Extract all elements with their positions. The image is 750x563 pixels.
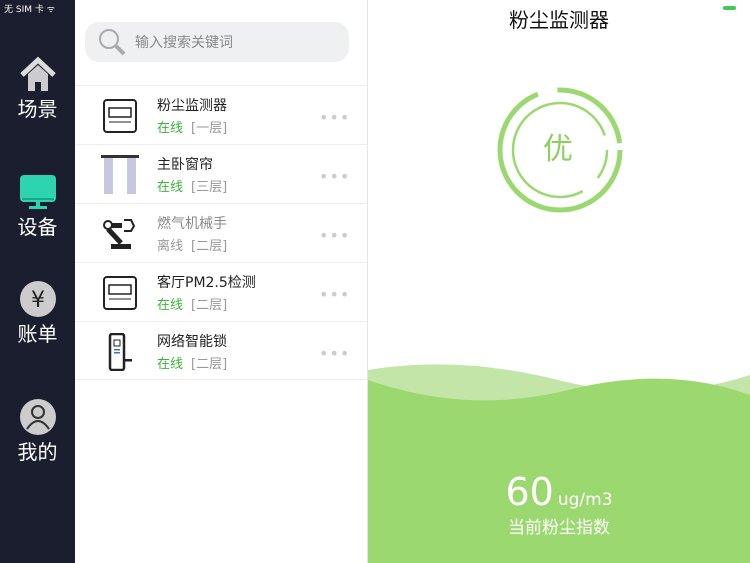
list-item[interactable]: 主卧窗帘 在线 [三层] ••• [75, 144, 368, 203]
yen-icon: ¥ [19, 280, 57, 318]
sidebar: 无 SIM 卡 ᯤ 场景 设备 ¥ 账单 我的 [0, 0, 75, 563]
meter-icon [100, 273, 140, 313]
list-item[interactable]: 粉尘监测器 在线 [一层] ••• [75, 85, 368, 144]
list-item[interactable]: 燃气机械手 离线 [二层] ••• [75, 203, 368, 262]
page-title: 粉尘监测器 [509, 8, 609, 32]
curtain-icon [100, 155, 140, 195]
device-list-panel: 输入搜索关键词 粉尘监测器 在线 [一层] ••• 主卧窗帘 在线 [三层] ••• 燃气机… [75, 0, 368, 563]
list-item[interactable]: 客厅PM2.5检测 在线 [二层] ••• [75, 262, 368, 321]
battery-icon [723, 6, 736, 10]
smart-lock-icon [100, 332, 140, 372]
sidebar-item-scene[interactable]: 场景 [0, 55, 75, 121]
dust-caption: 当前粉尘指数 [508, 518, 610, 538]
sidebar-item-devices[interactable]: 设备 [0, 173, 75, 239]
more-button[interactable]: ••• [319, 285, 350, 304]
search-input[interactable]: 输入搜索关键词 [85, 22, 349, 62]
more-button[interactable]: ••• [319, 344, 350, 363]
robot-arm-icon [100, 214, 140, 254]
detail-panel: 粉尘监测器 优 60 ug/m3 当前粉尘指数 [368, 0, 750, 563]
more-button[interactable]: ••• [319, 167, 350, 186]
user-icon [19, 398, 57, 436]
home-icon [19, 55, 57, 93]
more-button[interactable]: ••• [319, 108, 350, 127]
sidebar-item-mine[interactable]: 我的 [0, 398, 75, 464]
svg-text:¥: ¥ [31, 288, 45, 313]
status-bar: 无 SIM 卡 ᯤ [4, 5, 55, 15]
monitor-icon [19, 173, 57, 211]
sidebar-item-bills[interactable]: ¥ 账单 [0, 280, 75, 346]
more-button[interactable]: ••• [319, 226, 350, 245]
search-icon [99, 29, 126, 56]
meter-icon [100, 96, 140, 136]
list-item[interactable]: 网络智能锁 在线 [二层] ••• [75, 321, 368, 380]
dust-value: 60 ug/m3 [505, 470, 613, 514]
air-quality-grade: 优 [543, 132, 573, 167]
